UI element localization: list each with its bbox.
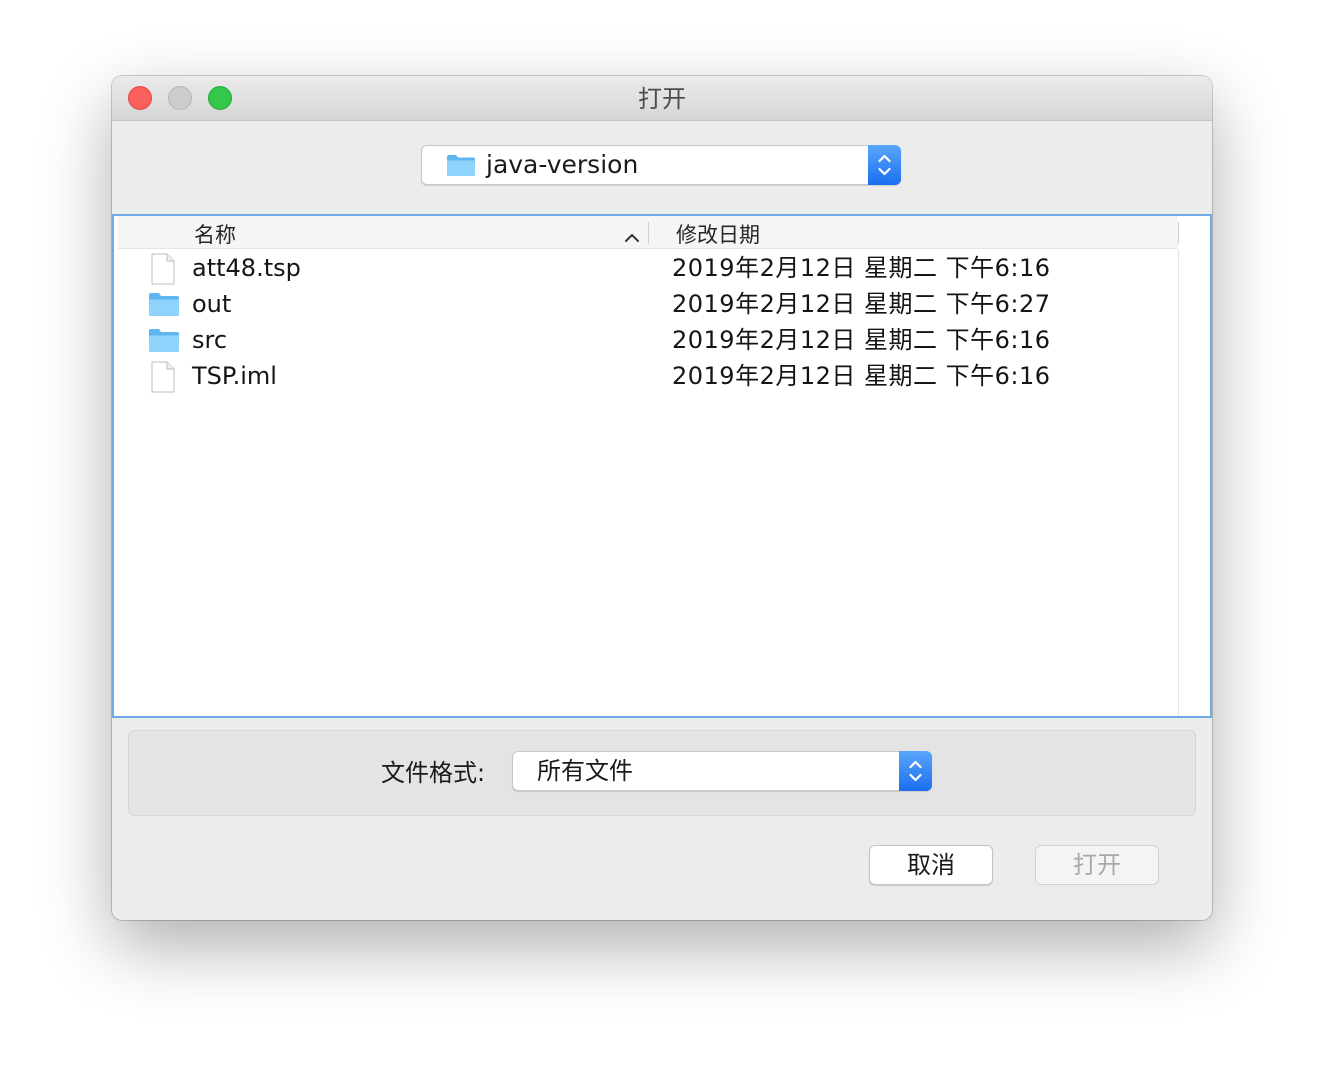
- column-header-name[interactable]: 名称: [194, 219, 236, 249]
- file-name: TSP.iml: [192, 362, 277, 390]
- file-modified-date: 2019年2月12日 星期二 下午6:16: [672, 362, 1051, 390]
- file-list[interactable]: 名称 修改日期 att48.tsp 2019年2月12日 星期二 下午6:16: [112, 214, 1212, 718]
- file-row[interactable]: TSP.iml 2019年2月12日 星期二 下午6:16: [118, 358, 1178, 394]
- open-file-dialog: 打开 java-version 名称 修改日期 att48.tsp 2019年2…: [112, 76, 1212, 920]
- list-header: 名称 修改日期: [118, 216, 1179, 249]
- current-directory-label: java-version: [486, 150, 639, 179]
- folder-icon: [446, 153, 476, 181]
- file-modified-date: 2019年2月12日 星期二 下午6:27: [672, 290, 1051, 318]
- file-modified-date: 2019年2月12日 星期二 下午6:16: [672, 254, 1051, 282]
- open-button[interactable]: 打开: [1035, 845, 1159, 885]
- file-name: att48.tsp: [192, 254, 301, 282]
- file-format-popup[interactable]: 所有文件: [512, 751, 932, 791]
- folder-icon: [148, 291, 180, 321]
- file-format-panel: 文件格式: 所有文件: [128, 730, 1196, 816]
- document-icon: [150, 253, 176, 289]
- folder-icon: [148, 327, 180, 357]
- column-separator[interactable]: [1178, 222, 1179, 244]
- window-title: 打开: [638, 85, 686, 113]
- file-row[interactable]: att48.tsp 2019年2月12日 星期二 下午6:16: [118, 250, 1178, 286]
- file-row[interactable]: src 2019年2月12日 星期二 下午6:16: [118, 322, 1178, 358]
- column-separator[interactable]: [648, 222, 649, 244]
- sort-ascending-icon[interactable]: [624, 225, 640, 249]
- file-format-label: 文件格式:: [381, 759, 486, 787]
- cancel-button[interactable]: 取消: [869, 845, 993, 885]
- column-divider: [1178, 250, 1179, 716]
- file-format-popup-stepper[interactable]: [899, 751, 932, 791]
- file-name: src: [192, 326, 228, 354]
- file-modified-date: 2019年2月12日 星期二 下午6:16: [672, 326, 1051, 354]
- file-row[interactable]: out 2019年2月12日 星期二 下午6:27: [118, 286, 1178, 322]
- file-name: out: [192, 290, 232, 318]
- title-bar[interactable]: 打开: [112, 76, 1212, 121]
- directory-popup[interactable]: java-version: [421, 145, 901, 185]
- document-icon: [150, 361, 176, 397]
- file-format-selected: 所有文件: [537, 757, 633, 785]
- directory-popup-stepper[interactable]: [868, 145, 901, 185]
- column-header-modified[interactable]: 修改日期: [676, 219, 760, 249]
